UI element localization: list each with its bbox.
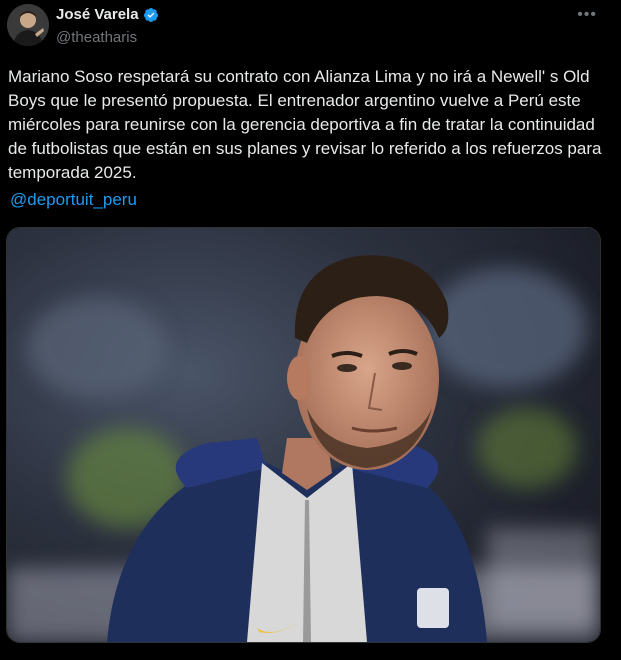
tweet-media-photo[interactable] xyxy=(6,227,601,643)
more-options-icon[interactable]: ••• xyxy=(577,6,597,24)
mention-link[interactable]: @deportuit_peru xyxy=(10,190,137,210)
author-name[interactable]: José Varela xyxy=(56,6,159,23)
verified-badge-icon xyxy=(143,7,158,22)
author-handle[interactable]: @theatharis xyxy=(56,29,137,46)
avatar-image xyxy=(7,4,49,46)
photo-coach-portrait xyxy=(7,228,600,642)
tweet-text: Mariano Soso respetará su contrato con A… xyxy=(8,67,602,182)
tweet-card: José Varela @theatharis ••• Mariano Soso… xyxy=(0,0,621,660)
avatar[interactable] xyxy=(7,4,49,46)
author-name-text[interactable]: José Varela xyxy=(56,6,139,23)
